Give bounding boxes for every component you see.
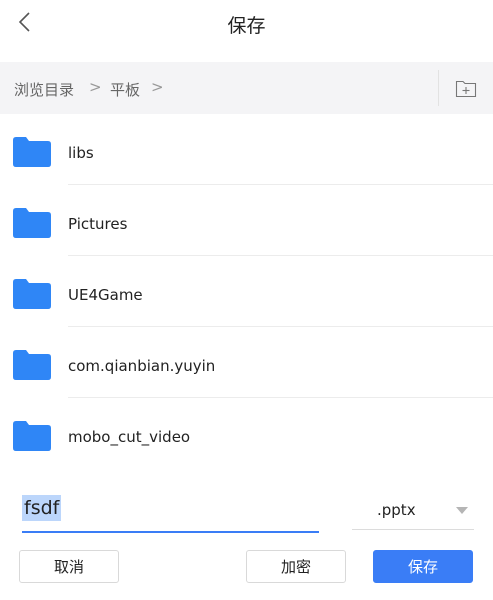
folder-icon: [13, 421, 51, 451]
caret-down-icon: [456, 507, 468, 514]
extension-value: .pptx: [377, 501, 416, 519]
file-name-value[interactable]: fsdf: [22, 495, 62, 521]
list-item[interactable]: UE4Game: [0, 256, 493, 327]
divider: [438, 70, 439, 106]
list-item[interactable]: Pictures: [0, 185, 493, 256]
breadcrumb-separator: >: [151, 78, 164, 96]
folder-icon: [13, 279, 51, 309]
folder-list: libs Pictures UE4Game com.qianbian.yuyin…: [0, 114, 493, 469]
list-item[interactable]: libs: [0, 114, 493, 185]
top-bar: 保存: [0, 0, 493, 62]
folder-name: UE4Game: [68, 286, 143, 304]
breadcrumb-item-current[interactable]: 平板: [110, 79, 140, 100]
page-title: 保存: [227, 15, 266, 37]
breadcrumb-separator: >: [89, 78, 102, 96]
new-folder-icon[interactable]: [455, 78, 477, 98]
encrypt-button[interactable]: 加密: [246, 550, 346, 583]
save-panel: fsdf .pptx 取消 加密 保存: [0, 455, 493, 600]
save-button[interactable]: 保存: [373, 550, 473, 583]
folder-name: Pictures: [68, 215, 128, 233]
folder-name: mobo_cut_video: [68, 428, 191, 446]
breadcrumb: 浏览目录 > 平板 >: [0, 62, 493, 114]
breadcrumb-item-root[interactable]: 浏览目录: [14, 79, 74, 100]
list-item[interactable]: com.qianbian.yuyin: [0, 327, 493, 398]
file-name-field[interactable]: [22, 493, 319, 533]
folder-icon: [13, 208, 51, 238]
extension-select[interactable]: .pptx: [352, 493, 474, 530]
cancel-button[interactable]: 取消: [19, 550, 119, 583]
folder-name: com.qianbian.yuyin: [68, 357, 216, 375]
folder-name: libs: [68, 144, 94, 162]
folder-icon: [13, 350, 51, 380]
folder-icon: [13, 137, 51, 167]
